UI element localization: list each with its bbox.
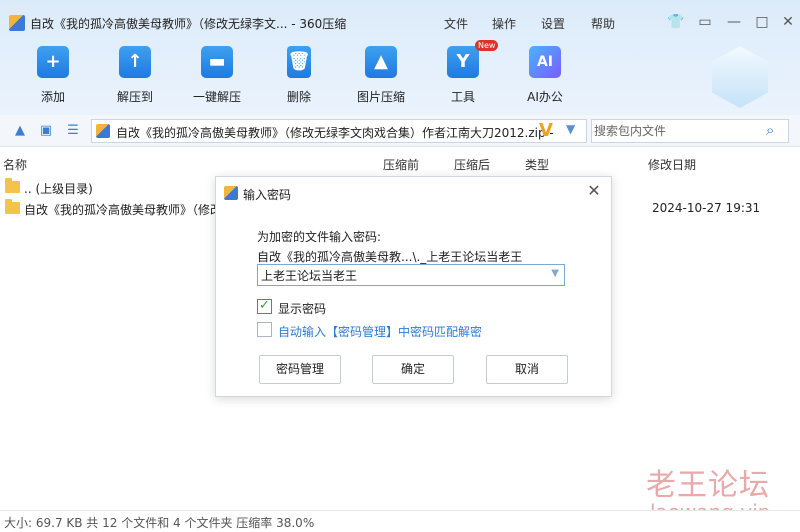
search-input[interactable]: [594, 122, 760, 140]
app-icon: [9, 15, 25, 31]
tools-button[interactable]: Y New 工具: [431, 40, 499, 104]
window-title: 自改《我的孤冷高傲美母教师》（修改无绿李文... - 360压缩: [30, 17, 347, 31]
add-button[interactable]: + 添加: [21, 46, 85, 104]
cancel-button[interactable]: 取消: [486, 355, 568, 384]
delete-button[interactable]: 🗑 删除: [267, 46, 331, 104]
chevron-down-icon[interactable]: ▼: [566, 122, 575, 136]
archive-path: 自改《我的孤冷高傲美母教师》（修改无绿李文肉戏合集）作者江南大刀2012.zip…: [116, 126, 554, 140]
auto-input-link[interactable]: 自动输入【密码管理】中密码匹配解密: [278, 323, 482, 340]
password-prompt: 为加密的文件输入密码:: [257, 230, 382, 244]
list-view-icon[interactable]: ☰: [65, 123, 81, 139]
minimize-icon[interactable]: —: [725, 13, 743, 31]
image-compress-button[interactable]: ▲ 图片压缩: [349, 46, 413, 104]
password-dialog: 输入密码 ✕ 为加密的文件输入密码: 自改《我的孤冷高傲美母教...\._上老王…: [215, 176, 612, 397]
maximize-icon[interactable]: □: [753, 13, 771, 31]
ai-icon: AI: [529, 46, 561, 78]
title-bar: 自改《我的孤冷高傲美母教师》（修改无绿李文... - 360压缩 文件 操作 设…: [0, 0, 800, 44]
password-combo[interactable]: ▼: [257, 264, 565, 286]
top-area: 自改《我的孤冷高傲美母教师》（修改无绿李文... - 360压缩 文件 操作 设…: [0, 0, 800, 115]
dialog-close-icon[interactable]: ✕: [585, 182, 603, 200]
skin-icon[interactable]: 👕: [667, 13, 685, 31]
close-icon[interactable]: ✕: [779, 13, 797, 31]
zip-icon: [96, 124, 110, 138]
menu-help[interactable]: 帮助: [591, 15, 615, 32]
col-name[interactable]: 名称: [3, 156, 27, 173]
one-click-extract-icon: ▬: [201, 46, 233, 78]
menu-operation[interactable]: 操作: [492, 15, 516, 32]
password-input[interactable]: [261, 267, 541, 283]
add-icon: +: [37, 46, 69, 78]
extract-to-icon: ↑: [119, 46, 151, 78]
trash-icon: 🗑: [287, 46, 311, 78]
zip-icon: [224, 186, 238, 200]
col-after[interactable]: 压缩后: [454, 156, 490, 173]
col-type[interactable]: 类型: [525, 156, 549, 173]
extract-to-button[interactable]: ↑ 解压到: [103, 46, 167, 104]
show-password-label[interactable]: 显示密码: [278, 300, 326, 317]
menu-file[interactable]: 文件: [444, 15, 468, 32]
dialog-title: 输入密码: [243, 188, 292, 202]
col-modified[interactable]: 修改日期: [648, 156, 696, 173]
encrypted-filename: 自改《我的孤冷高傲美母教...\._上老王论坛当老王: [257, 250, 523, 264]
up-arrow-icon[interactable]: ▲: [12, 123, 28, 139]
col-before[interactable]: 压缩前: [383, 156, 419, 173]
folder-icon: [5, 199, 20, 214]
360-logo-icon: [712, 46, 768, 108]
thumbnail-view-icon[interactable]: ▣: [38, 123, 54, 139]
address-row: ▲ ▣ ☰ 自改《我的孤冷高傲美母教师》（修改无绿李文肉戏合集）作者江南大刀20…: [0, 115, 800, 147]
chevron-down-icon[interactable]: ▼: [551, 268, 559, 279]
new-badge: New: [475, 40, 499, 51]
list-header: 名称 压缩前 压缩后 类型 修改日期: [0, 152, 800, 174]
password-manage-button[interactable]: 密码管理: [259, 355, 341, 384]
dialog-header: 输入密码 ✕: [216, 177, 611, 207]
ok-button[interactable]: 确定: [372, 355, 454, 384]
search-icon[interactable]: ⌕: [766, 122, 782, 138]
ai-office-button[interactable]: AI AI办公: [513, 46, 577, 104]
status-bar: 大小: 69.7 KB 共 12 个文件和 4 个文件夹 压缩率 38.0%: [0, 510, 800, 532]
auto-input-checkbox[interactable]: [257, 322, 272, 337]
search-box[interactable]: ⌕: [591, 119, 789, 143]
menu-settings[interactable]: 设置: [541, 15, 565, 32]
show-password-checkbox[interactable]: [257, 298, 272, 314]
image-compress-icon: ▲: [365, 46, 397, 78]
checkmark-v-icon[interactable]: V: [539, 120, 553, 141]
tools-icon: Y: [447, 46, 479, 78]
folder-icon: [5, 178, 20, 193]
status-text: 大小: 69.7 KB 共 12 个文件和 4 个文件夹 压缩率 38.0%: [4, 516, 315, 530]
feedback-icon[interactable]: ▭: [696, 13, 714, 31]
address-bar[interactable]: 自改《我的孤冷高傲美母教师》（修改无绿李文肉戏合集）作者江南大刀2012.zip…: [91, 119, 587, 143]
one-click-extract-button[interactable]: ▬ 一键解压: [185, 46, 249, 104]
watermark-cn: 老王论坛: [646, 468, 770, 503]
